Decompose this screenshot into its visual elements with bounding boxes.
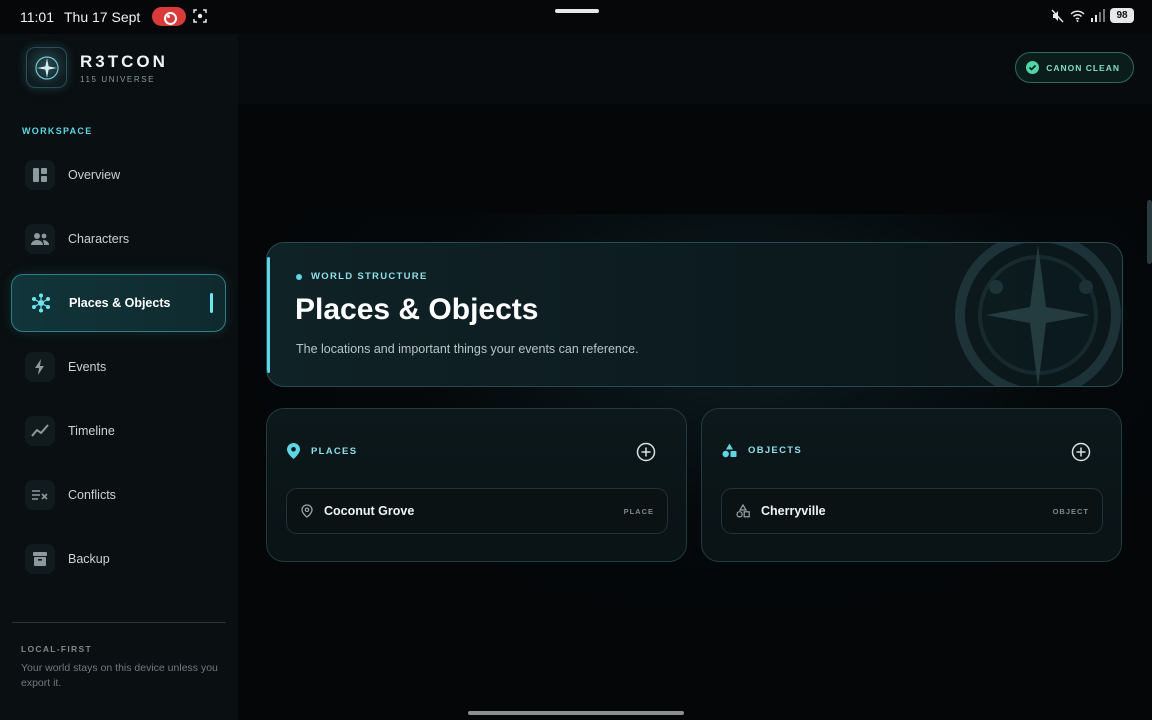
sidebar-divider [12, 622, 226, 623]
place-name: Coconut Grove [324, 504, 415, 518]
dashboard-icon [25, 160, 55, 190]
hero-eyebrow-label: WORLD STRUCTURE [311, 271, 428, 282]
app-logo-icon [26, 47, 67, 88]
sidebar-item-label: Overview [68, 168, 121, 182]
home-indicator[interactable] [468, 711, 684, 715]
archive-icon [25, 544, 55, 574]
local-first-label: LOCAL-FIRST [21, 644, 92, 654]
sidebar-item-conflicts[interactable]: Conflicts [11, 466, 226, 524]
object-type-tag: OBJECT [1052, 507, 1089, 516]
sidebar-item-characters[interactable]: Characters [11, 210, 226, 268]
brand-name: R3TCON [80, 51, 168, 71]
sidebar-item-events[interactable]: Events [11, 338, 226, 396]
eyebrow-dot-icon [296, 273, 302, 280]
places-header: PLACES [287, 443, 357, 459]
screen-record-icon[interactable] [152, 7, 186, 26]
wifi-icon [1070, 9, 1085, 22]
battery-level: 98 [1110, 8, 1134, 23]
shapes-icon [722, 443, 737, 458]
sidebar-item-places-objects[interactable]: Places & Objects [11, 274, 226, 332]
sidebar-item-timeline[interactable]: Timeline [11, 402, 226, 460]
status-indicators: 98 [1050, 8, 1134, 23]
objects-card: OBJECTS Cherryville OBJECT [701, 408, 1122, 562]
hero-panel: WORLD STRUCTURE Places & Objects The loc… [266, 242, 1123, 387]
page-description: The locations and important things your … [296, 342, 639, 356]
location-outline-icon [301, 504, 313, 518]
place-type-tag: PLACE [623, 507, 654, 516]
sidebar-item-label: Places & Objects [69, 296, 171, 310]
sidebar-item-label: Backup [68, 552, 110, 566]
object-list-item[interactable]: Cherryville OBJECT [721, 488, 1103, 534]
screenshot-icon[interactable] [193, 9, 207, 23]
objects-header: OBJECTS [722, 443, 802, 458]
conflict-icon [25, 480, 55, 510]
mute-icon [1051, 9, 1064, 22]
local-first-text: Your world stays on this device unless y… [21, 662, 218, 689]
places-title: PLACES [311, 445, 358, 457]
sidebar: R3TCON 115 UNIVERSE WORKSPACE Overview C… [0, 34, 238, 720]
sidebar-item-label: Conflicts [68, 488, 116, 502]
places-card: PLACES Coconut Grove PLACE [266, 408, 687, 562]
sidebar-item-label: Timeline [68, 424, 115, 438]
status-bar: 11:01 Thu 17 Sept 98 [0, 0, 1152, 34]
multitask-handle[interactable] [555, 9, 599, 13]
status-time: 11:01 [20, 9, 54, 25]
hub-icon [26, 288, 56, 318]
scrollbar-handle[interactable] [1147, 200, 1152, 264]
top-bar: CANON CLEAN [238, 34, 1152, 104]
hero-eyebrow: WORLD STRUCTURE [296, 271, 428, 282]
objects-title: OBJECTS [748, 445, 802, 456]
trend-line-icon [25, 416, 55, 446]
sidebar-nav: Overview Characters Places & Objects Eve… [11, 146, 226, 594]
sidebar-item-label: Events [68, 360, 107, 374]
page-title: Places & Objects [295, 293, 539, 326]
active-indicator [210, 293, 213, 313]
bolt-icon [25, 352, 55, 382]
signal-icon [1091, 8, 1105, 22]
sidebar-item-label: Characters [68, 232, 130, 246]
canon-status-label: CANON CLEAN [1046, 62, 1120, 73]
canon-status-badge[interactable]: CANON CLEAN [1015, 52, 1134, 83]
check-circle-icon [1026, 61, 1040, 74]
sidebar-item-overview[interactable]: Overview [11, 146, 226, 204]
location-pin-icon [287, 443, 300, 459]
object-name: Cherryville [761, 504, 826, 518]
shapes-outline-icon [736, 504, 750, 518]
place-list-item[interactable]: Coconut Grove PLACE [286, 488, 668, 534]
brand-subtitle: 115 UNIVERSE [80, 74, 156, 84]
sidebar-item-backup[interactable]: Backup [11, 530, 226, 588]
add-object-button[interactable] [1071, 442, 1091, 462]
hero-accent-bar [267, 257, 270, 373]
people-icon [25, 224, 55, 254]
add-place-button[interactable] [636, 442, 656, 462]
workspace-section-label: WORKSPACE [22, 126, 93, 136]
main-content: CANON CLEAN WORLD STRUCTURE Places & Obj… [238, 34, 1152, 720]
status-date: Thu 17 Sept [64, 9, 141, 25]
emblem-watermark-icon [955, 243, 1121, 386]
brand[interactable]: R3TCON 115 UNIVERSE [26, 47, 168, 88]
